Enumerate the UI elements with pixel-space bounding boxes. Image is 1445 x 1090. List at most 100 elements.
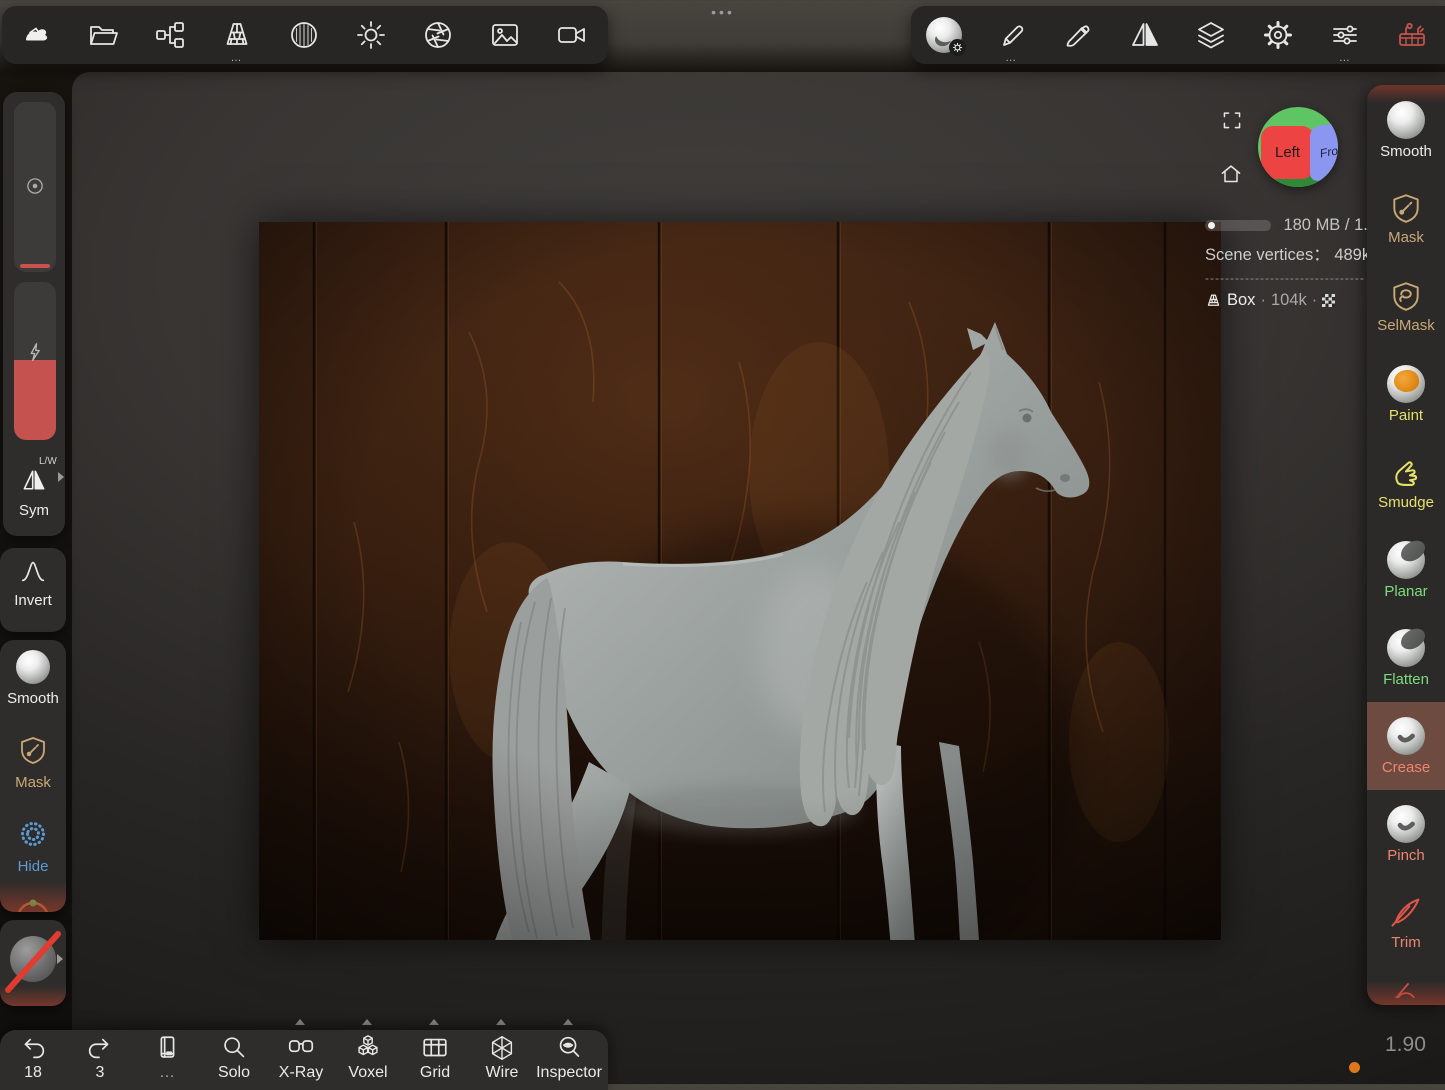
tool-partial-next[interactable] (1367, 966, 1445, 1005)
tool-smooth-label: Smooth (1380, 144, 1432, 159)
wire-button[interactable]: Wire (469, 1030, 535, 1090)
tool-smooth[interactable]: Smooth (1367, 86, 1445, 174)
solo-magnifier-icon (219, 1033, 249, 1063)
notebook-button[interactable]: … (134, 1030, 200, 1090)
stroke-more-dots: … (978, 53, 1045, 63)
orientation-gizmo[interactable]: Left Fro (1258, 107, 1338, 187)
redo-icon (85, 1033, 115, 1063)
invert-falloff-icon (18, 556, 48, 586)
gizmo-front-face[interactable]: Fro (1310, 121, 1338, 183)
reference-backdrop-image (259, 222, 1221, 940)
scene-graph-button[interactable] (136, 6, 203, 64)
tool-trim[interactable]: Trim (1367, 878, 1445, 966)
tool-flatten-label: Flatten (1383, 672, 1429, 687)
inspector-eye-magnifier-icon (554, 1033, 584, 1063)
tool-sidebar: Smooth Mask SelMask Paint (1367, 85, 1445, 1005)
xray-label: X-Ray (279, 1064, 323, 1082)
tool-pinch[interactable]: Pinch (1367, 790, 1445, 878)
notebook-more-dots: … (159, 1064, 175, 1082)
painting-button[interactable] (1045, 6, 1112, 64)
mask-shield-icon (1389, 191, 1423, 225)
sym-expand-arrow-icon (58, 472, 64, 482)
checker-icon (1322, 294, 1335, 307)
grid-caret-icon[interactable] (429, 1019, 439, 1025)
xray-caret-icon[interactable] (295, 1019, 305, 1025)
layers-icon (1195, 19, 1227, 51)
toolbox-icon (1396, 19, 1428, 51)
tool-crease[interactable]: Crease (1367, 702, 1445, 790)
invert-button[interactable]: Invert (0, 548, 66, 632)
quick-tool-mask[interactable]: Mask (0, 730, 66, 806)
inspector-label: Inspector (536, 1064, 602, 1082)
solo-label: Solo (218, 1064, 250, 1082)
solo-button[interactable]: Solo (201, 1030, 267, 1090)
symmetry-button[interactable] (1111, 6, 1178, 64)
tool-smudge[interactable]: Smudge (1367, 438, 1445, 526)
quick-tool-smooth-label: Smooth (0, 690, 66, 707)
mesh-count: 104k (1271, 291, 1307, 310)
multitask-indicator[interactable]: ••• (683, 4, 763, 20)
tool-paint[interactable]: Paint (1367, 350, 1445, 438)
undo-button[interactable]: 18 (0, 1030, 66, 1090)
sliders-icon (1329, 19, 1361, 51)
tool-planar[interactable]: Planar (1367, 526, 1445, 614)
home-view-icon[interactable] (1219, 162, 1243, 186)
stroke-button[interactable]: … (978, 6, 1045, 64)
lighting-button[interactable] (337, 6, 404, 64)
files-button[interactable] (69, 6, 136, 64)
grid-label: Grid (420, 1064, 450, 1082)
pinch-sphere-icon (1387, 805, 1425, 843)
radius-slider[interactable] (14, 102, 56, 272)
mesh-name: Box (1227, 291, 1255, 310)
memory-gauge (1205, 220, 1271, 231)
layers-button[interactable] (1178, 6, 1245, 64)
fullscreen-icon[interactable] (1221, 109, 1243, 131)
wire-label: Wire (486, 1064, 519, 1082)
camera-button[interactable] (538, 6, 605, 64)
xray-button[interactable]: X-Ray (268, 1030, 334, 1090)
planar-sphere-icon (1387, 541, 1425, 579)
gizmo-axis-dot-icon (30, 900, 37, 907)
filters-button[interactable]: … (1312, 6, 1379, 64)
intensity-slider-value (14, 360, 56, 440)
material-button[interactable] (270, 6, 337, 64)
pencil-icon (995, 19, 1027, 51)
redo-button[interactable]: 3 (67, 1030, 133, 1090)
voxel-caret-icon[interactable] (362, 1019, 372, 1025)
inspector-caret-icon[interactable] (563, 1019, 573, 1025)
wire-caret-icon[interactable] (496, 1019, 506, 1025)
intensity-slider[interactable] (14, 282, 56, 440)
toolbox-button[interactable] (1378, 6, 1445, 64)
tool-selmask[interactable]: SelMask (1367, 262, 1445, 350)
background-button[interactable] (471, 6, 538, 64)
hide-dotted-icon (17, 818, 49, 850)
tool-crease-label: Crease (1382, 760, 1430, 775)
inspector-button[interactable]: Inspector (536, 1030, 602, 1090)
tool-flatten[interactable]: Flatten (1367, 614, 1445, 702)
grid-button[interactable]: Grid (402, 1030, 468, 1090)
voxel-cubes-icon (353, 1033, 383, 1063)
undo-count: 18 (24, 1064, 42, 1082)
quick-tool-hide[interactable]: Hide (0, 814, 66, 890)
gizmo-front-label: Fro (1320, 143, 1338, 160)
trim-knife-icon (1388, 894, 1424, 930)
postprocess-button[interactable] (404, 6, 471, 64)
symmetry-toggle[interactable]: L/W Sym (3, 450, 65, 536)
scene-graph-icon (154, 19, 186, 51)
voxel-button[interactable]: Voxel (335, 1030, 401, 1090)
quick-tool-smooth[interactable]: Smooth (0, 646, 66, 722)
settings-button[interactable] (1245, 6, 1312, 64)
topology-more-dots: … (203, 53, 270, 63)
nomad-logo-button[interactable] (2, 6, 69, 64)
material-off-panel[interactable] (0, 920, 66, 1006)
horse-sculpture-render (259, 222, 1221, 940)
radius-icon (23, 174, 47, 198)
gizmo-left-face[interactable]: Left (1261, 126, 1314, 179)
tool-mask[interactable]: Mask (1367, 174, 1445, 262)
topology-button[interactable]: … (203, 6, 270, 64)
matcap-material-button[interactable] (911, 6, 978, 64)
memory-gauge-dot (1208, 222, 1215, 229)
quick-tool-gizmo-partial[interactable] (0, 892, 66, 912)
paint-sphere-icon (1387, 365, 1425, 403)
wireframe-icon (487, 1033, 517, 1063)
